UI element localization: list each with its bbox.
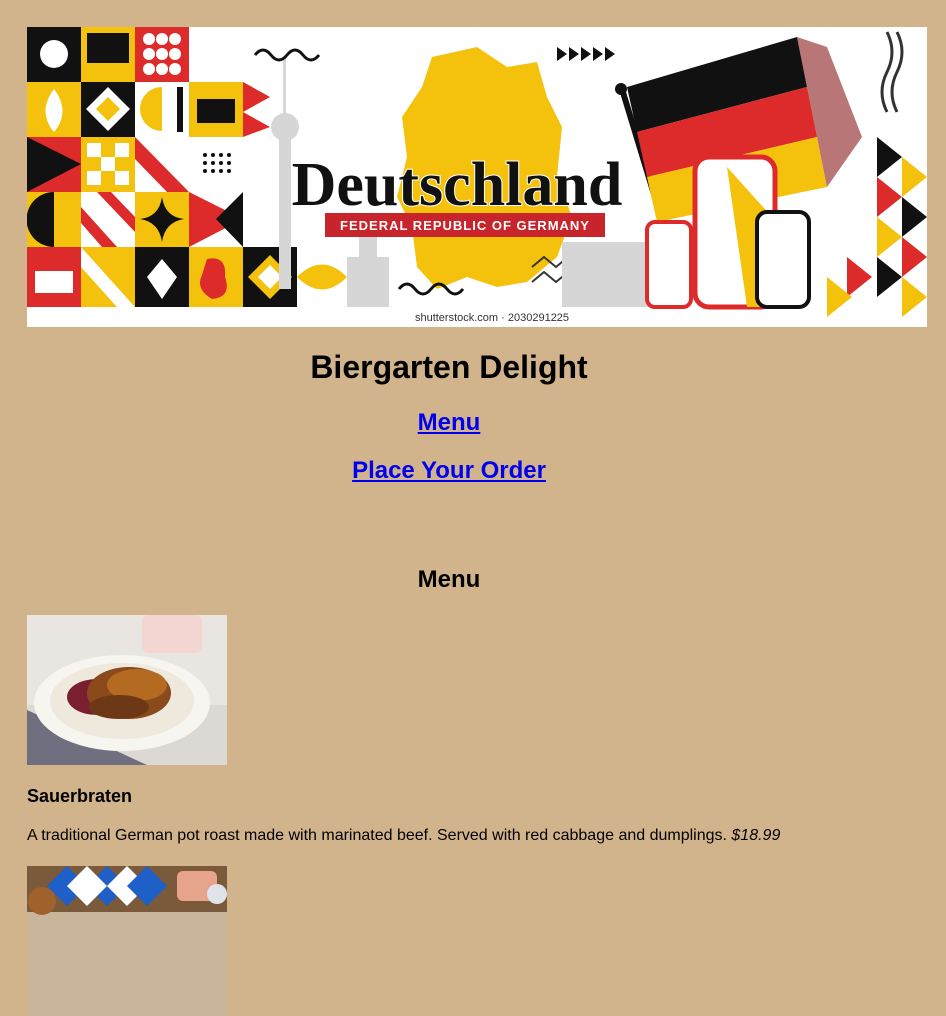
nav-order-link[interactable]: Place Your Order xyxy=(352,457,546,484)
nav-menu-row: Menu xyxy=(0,409,898,437)
dish-name: Sauerbraten xyxy=(27,786,133,806)
banner-image: Deutschland FEDERAL REPUBLIC OF GERMANY xyxy=(27,27,927,327)
menu-section-title: Menu xyxy=(417,566,481,593)
dish-description-row: A traditional German pot roast made with… xyxy=(27,827,780,845)
dish-description: A traditional German pot roast made with… xyxy=(27,827,727,844)
page: Deutschland FEDERAL REPUBLIC OF GERMANY xyxy=(0,0,946,1016)
banner-subtitle: FEDERAL REPUBLIC OF GERMANY xyxy=(340,218,590,233)
nav-menu-link[interactable]: Menu xyxy=(418,409,481,436)
banner-title: Deutschland xyxy=(292,151,623,219)
site-title: Biergarten Delight xyxy=(310,349,588,385)
dish-photo-next xyxy=(27,866,227,1016)
dish-price: $18.99 xyxy=(731,827,781,844)
dish-photo-sauerbraten xyxy=(27,615,227,765)
nav-order-row: Place Your Order xyxy=(0,457,898,485)
banner-watermark: shutterstock.com · 2030291225 xyxy=(415,312,569,324)
